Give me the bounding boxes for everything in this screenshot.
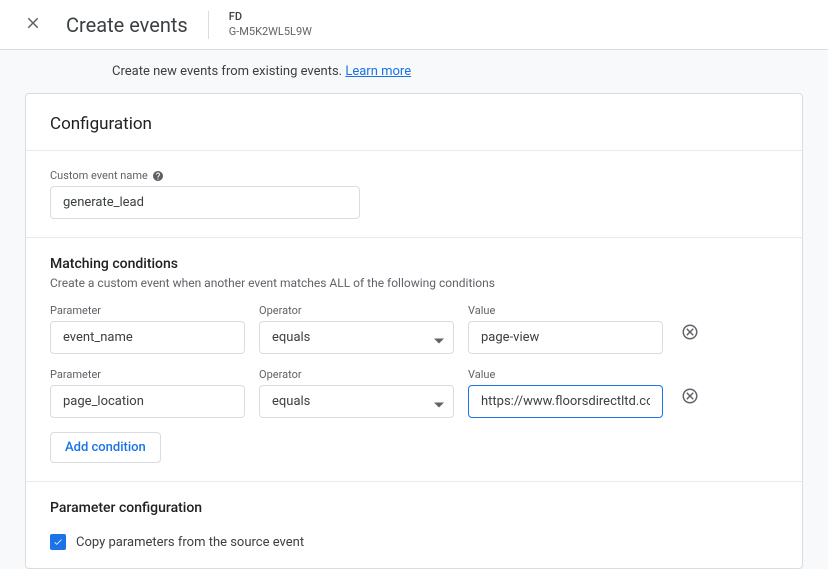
remove-condition-button[interactable] <box>677 383 703 412</box>
parameter-input[interactable] <box>50 321 245 354</box>
copy-params-checkbox[interactable] <box>50 534 66 550</box>
custom-event-name-input[interactable] <box>50 186 360 219</box>
close-icon <box>24 14 42 35</box>
property-id: G-M5K2WL5L9W <box>229 25 312 39</box>
value-label: Value <box>468 304 663 317</box>
operator-select[interactable] <box>259 321 454 354</box>
operator-label: Operator <box>259 368 454 381</box>
copy-params-label: Copy parameters from the source event <box>76 535 304 550</box>
intro-text: Create new events from existing events. … <box>0 64 828 93</box>
remove-condition-button[interactable] <box>677 319 703 348</box>
operator-select[interactable] <box>259 385 454 418</box>
learn-more-link[interactable]: Learn more <box>345 64 411 79</box>
page-title: Create events <box>66 13 188 37</box>
matching-desc: Create a custom event when another event… <box>50 276 778 290</box>
param-config-title: Parameter configuration <box>50 500 778 516</box>
parameter-input[interactable] <box>50 385 245 418</box>
condition-row: Parameter Operator Value <box>50 304 778 354</box>
property-meta: FD G-M5K2WL5L9W <box>229 10 312 39</box>
configuration-card: Configuration Custom event name Matching… <box>25 93 803 569</box>
close-button[interactable] <box>20 10 46 39</box>
matching-title: Matching conditions <box>50 256 778 272</box>
custom-event-label: Custom event name <box>50 169 778 182</box>
value-input[interactable] <box>468 321 663 354</box>
operator-label: Operator <box>259 304 454 317</box>
parameter-label: Parameter <box>50 368 245 381</box>
add-condition-button[interactable]: Add condition <box>50 432 161 463</box>
parameter-label: Parameter <box>50 304 245 317</box>
value-label: Value <box>468 368 663 381</box>
remove-icon <box>681 323 699 344</box>
remove-icon <box>681 387 699 408</box>
card-title: Configuration <box>50 114 778 134</box>
condition-row: Parameter Operator Value <box>50 368 778 418</box>
value-input[interactable] <box>468 385 663 418</box>
property-label: FD <box>229 10 312 24</box>
header-divider <box>208 11 209 39</box>
help-icon[interactable] <box>152 170 164 182</box>
